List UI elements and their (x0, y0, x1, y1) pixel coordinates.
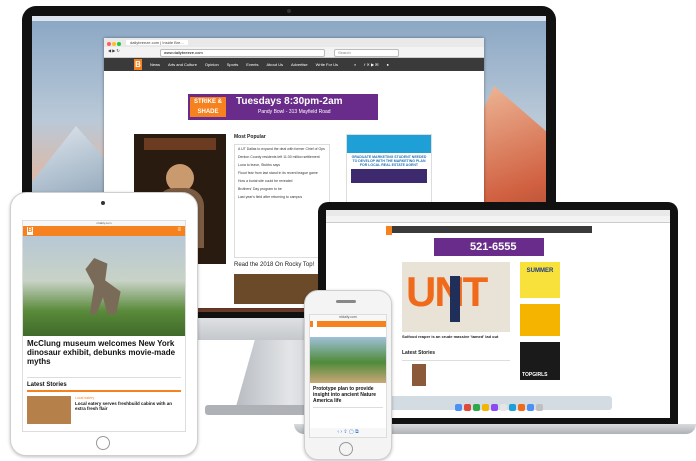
ipad-summary (27, 369, 181, 378)
back-icon[interactable]: ◀ ▶ ↻ (108, 48, 120, 53)
nav-item-advertise[interactable]: Advertise (291, 62, 308, 67)
popular-item[interactable]: Last year's field after returning to cam… (235, 193, 329, 201)
ipad-story[interactable]: Local eatery Local eatery serves freshbu… (27, 390, 181, 426)
zoom-icon[interactable] (117, 42, 121, 46)
iphone-speaker (336, 300, 356, 303)
nav-item-events[interactable]: Events (246, 62, 258, 67)
ipad-home-button[interactable] (96, 436, 110, 450)
topgirls-ad[interactable]: TOPGIRLS (520, 342, 560, 380)
app-icon[interactable] (491, 404, 498, 411)
iphone-site-header (310, 321, 386, 327)
ipad-site-header: B ≡ (23, 226, 185, 236)
iphone-screen: ntdaily.com Prototype plan to provide in… (309, 314, 387, 438)
url-bar-row: ◀ ▶ ↻ www.dailybreeze.com Search (104, 47, 484, 58)
popular-item[interactable]: Denton County residents left 11:30 milli… (235, 153, 329, 161)
tab-title[interactable]: dailybreeze.com | Inside Bre... (126, 40, 188, 45)
iphone-toolbar[interactable]: ‹ › ⇪ ▢ ⧉ (310, 428, 386, 437)
feature-photo-header (144, 138, 216, 150)
dock (386, 396, 612, 411)
close-icon[interactable] (107, 42, 111, 46)
ipad-camera-icon (101, 201, 105, 205)
sidebar-ad-text: GRADUATE MARKETING STUDENT NEEDED TO DEV… (351, 155, 427, 167)
site-logo[interactable]: B (134, 59, 142, 70)
minimize-icon[interactable] (112, 42, 116, 46)
macbook-latest-title: Latest Stories (402, 350, 436, 356)
popular-item[interactable]: Flood fear from last stand in its recent… (235, 169, 329, 177)
app-icon[interactable] (473, 404, 480, 411)
topgirls-text: TOPGIRLS (522, 372, 548, 378)
app-icon[interactable] (518, 404, 525, 411)
macbook-url-bar[interactable] (326, 216, 670, 223)
banner-logo: STRIKE & SHADE (190, 97, 226, 117)
ipad-story-thumb (27, 396, 71, 424)
popular-item[interactable]: How a burial site could be revealed (235, 177, 329, 185)
banner-place: Pandy Bowl - 313 Mayfield Road (258, 109, 331, 115)
search-input[interactable]: Search (334, 49, 399, 57)
social-icons[interactable]: f ✕ ▶ ✉ (364, 62, 378, 67)
macbook-hero-photo[interactable]: UNT (402, 262, 510, 332)
sidebar-ad-band (351, 169, 427, 183)
menu-icon[interactable]: ≡ (177, 227, 181, 233)
read-link[interactable]: Read the 2018 On Rocky Top! (234, 262, 314, 268)
search-icon[interactable]: ⌕ (354, 62, 356, 67)
hero-letters: UNT (406, 268, 488, 315)
macbook-caption[interactable]: Solfood reaper is an crude massive 'tame… (402, 334, 510, 339)
popular-item[interactable]: Luna to leave, Stubbs says (235, 161, 329, 169)
app-icon[interactable] (527, 404, 534, 411)
popular-item[interactable]: A UT Dallas to expand the deal with form… (235, 145, 329, 153)
nav-item-write[interactable]: Write For Us (316, 62, 338, 67)
hero-person (450, 276, 460, 322)
ipad-hero-photo[interactable] (23, 236, 185, 336)
yellow-ad[interactable] (520, 304, 560, 336)
macbook-phone: 521-6555 (470, 241, 517, 253)
tab-bar: dailybreeze.com | Inside Bre... (104, 38, 484, 47)
url-field[interactable]: www.dailybreeze.com (160, 49, 325, 57)
iphone-headline[interactable]: Prototype plan to provide insight into a… (310, 383, 386, 407)
macbook-story-thumb (412, 364, 426, 386)
app-icon[interactable] (500, 404, 507, 411)
banner-time: Tuesdays 8:30pm-2am (236, 96, 343, 107)
ipad-story-title: Local eatery serves freshbuild cabins wi… (75, 401, 173, 411)
ipad-site-logo[interactable]: B (27, 227, 33, 235)
ipad-story-kicker: Local eatery (75, 396, 95, 400)
most-popular-list: A UT Dallas to expand the deal with form… (234, 144, 330, 258)
macbook-story[interactable] (402, 360, 510, 391)
iphone-summary (313, 407, 383, 422)
camera-icon (287, 9, 291, 13)
summer-ad[interactable]: SUMMER (520, 262, 560, 298)
user-icon[interactable]: ● (387, 62, 389, 67)
macbook-banner[interactable]: 521-6555 (434, 238, 544, 256)
menu-bar (32, 16, 546, 21)
macbook-site-logo[interactable] (386, 226, 392, 235)
iphone-site-logo[interactable] (313, 321, 317, 327)
macbook-site-nav[interactable] (386, 226, 592, 233)
nav-item-opinion[interactable]: Opinion (205, 62, 219, 67)
app-icon[interactable] (482, 404, 489, 411)
iphone-home-button[interactable] (339, 442, 353, 456)
iphone-hero-photo[interactable] (310, 337, 386, 383)
nav-item-about[interactable]: About Us (267, 62, 283, 67)
popular-item[interactable]: Brothers' Day program to be (235, 185, 329, 193)
banner-ad[interactable]: STRIKE & SHADE Tuesdays 8:30pm-2am Pandy… (188, 94, 378, 120)
sidebar-ad-header (347, 135, 431, 153)
nav-item-news[interactable]: News (150, 62, 160, 67)
app-icon[interactable] (509, 404, 516, 411)
finder-icon[interactable] (455, 404, 462, 411)
trash-icon[interactable] (536, 404, 543, 411)
nav-item-arts[interactable]: Arts and Culture (168, 62, 197, 67)
dinosaur-sculpture (85, 258, 121, 314)
nav-item-sports[interactable]: Sports (227, 62, 239, 67)
app-icon[interactable] (464, 404, 471, 411)
ipad-latest-title: Latest Stories (27, 382, 67, 388)
site-nav: B News Arts and Culture Opinion Sports E… (104, 58, 484, 71)
summer-ad-text: SUMMER (526, 268, 554, 274)
most-popular-title: Most Popular (234, 134, 266, 140)
ipad-headline[interactable]: McClung museum welcomes New York dinosau… (23, 336, 185, 369)
ipad-screen: ntdaily.com B ≡ McClung museum welcomes … (22, 220, 186, 432)
